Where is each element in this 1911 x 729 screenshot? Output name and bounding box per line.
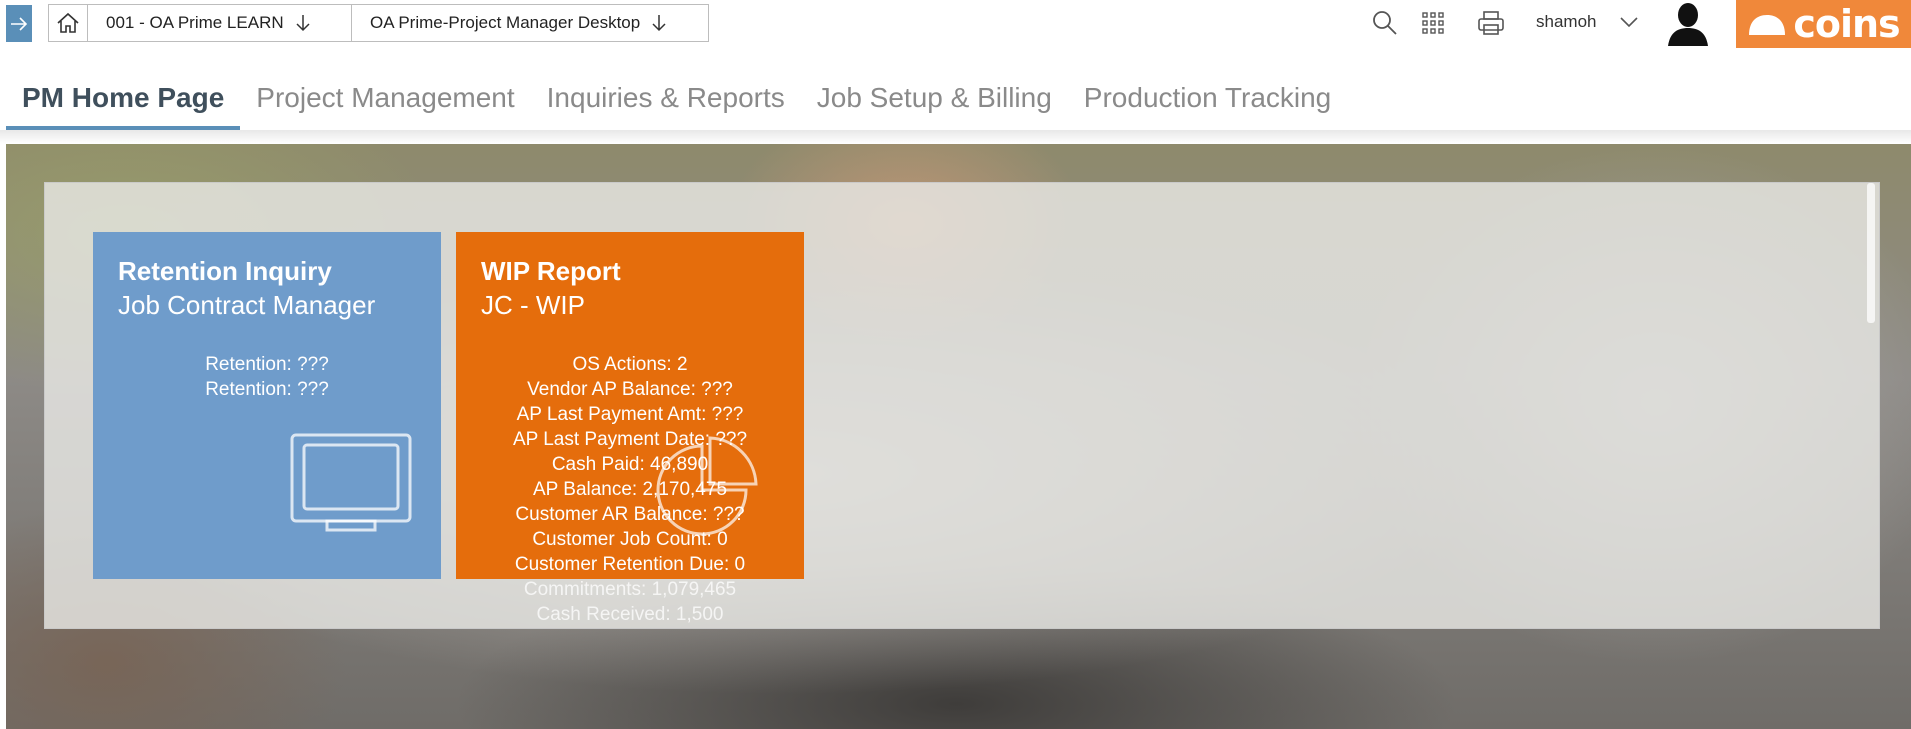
tile-metric: Customer Retention Due: 0 (514, 554, 746, 575)
search-button[interactable] (1370, 8, 1400, 38)
tile-subtitle: JC - WIP (481, 290, 585, 320)
user-silhouette-icon (1668, 3, 1708, 46)
brand-logo: coins (1736, 0, 1911, 48)
tile-metrics: Retention: ??? Retention: ??? (93, 352, 441, 402)
print-button[interactable] (1476, 8, 1506, 38)
printer-icon (1478, 11, 1504, 35)
tile-metric: AP Balance: 2,170,475 (532, 479, 728, 500)
side-menu-toggle[interactable] (6, 5, 32, 42)
main-nav: PM Home Page Project Management Inquirie… (6, 60, 1347, 130)
tile-metric: Cash Received: 1,500 (536, 604, 724, 625)
username: shamoh (1536, 12, 1597, 31)
retention-inquiry-tile[interactable]: Retention Inquiry Job Contract Manager R… (93, 232, 441, 579)
breadcrumb-company-label: 001 - OA Prime LEARN (106, 13, 284, 32)
tile-metric: Customer AR Balance: ??? (515, 504, 745, 525)
breadcrumb: 001 - OA Prime LEARN OA Prime-Project Ma… (48, 4, 709, 42)
hardhat-icon (1749, 15, 1786, 35)
breadcrumb-desktop-label: OA Prime-Project Manager Desktop (370, 13, 641, 32)
tab-job-setup-billing[interactable]: Job Setup & Billing (801, 60, 1068, 130)
arrow-down-icon (652, 14, 666, 32)
tile-metric: Commitments: 1,079,465 (523, 579, 737, 600)
tab-production-tracking[interactable]: Production Tracking (1068, 60, 1347, 130)
user-menu[interactable]: shamoh (1536, 10, 1639, 34)
monitor-icon (290, 433, 412, 532)
tile-metric: OS Actions: 2 (572, 354, 688, 375)
tile-metric: Vendor AP Balance: ??? (527, 379, 733, 400)
tile-title: Retention Inquiry (118, 256, 332, 286)
brand-name: coins (1793, 2, 1900, 46)
tile-metric: Customer Job Count: 0 (532, 529, 728, 550)
search-icon (1373, 11, 1397, 35)
app-window: 001 - OA Prime LEARN OA Prime-Project Ma… (0, 0, 1911, 729)
breadcrumb-company[interactable]: 001 - OA Prime LEARN (88, 4, 352, 42)
tab-project-management[interactable]: Project Management (240, 60, 530, 130)
avatar[interactable] (1664, 0, 1712, 46)
panel-scrollbar[interactable] (1867, 183, 1875, 323)
tile-subtitle: Job Contract Manager (118, 290, 376, 320)
nav-divider (0, 130, 1911, 144)
tile-metric: AP Last Payment Amt: ??? (516, 404, 744, 425)
grid-icon (1422, 12, 1444, 34)
home-button[interactable] (48, 4, 88, 42)
tab-pm-home-page[interactable]: PM Home Page (6, 60, 241, 130)
arrow-right-icon (11, 16, 28, 31)
tile-metric: Retention: ??? (205, 379, 329, 400)
wip-report-tile[interactable]: WIP Report JC - WIP OS Actions: 2 Vendor… (456, 232, 804, 625)
chevron-down-icon (1620, 16, 1639, 28)
arrow-down-icon (296, 14, 310, 32)
dashboard-panel: Retention Inquiry Job Contract Manager R… (44, 182, 1880, 629)
home-icon (57, 12, 79, 33)
top-bar: 001 - OA Prime LEARN OA Prime-Project Ma… (0, 0, 1911, 52)
tile-metrics: OS Actions: 2 Vendor AP Balance: ??? AP … (456, 352, 804, 627)
breadcrumb-desktop[interactable]: OA Prime-Project Manager Desktop (352, 4, 709, 42)
tile-metric: AP Last Payment Date: ??? (512, 429, 748, 450)
tile-title: WIP Report (481, 256, 621, 286)
tile-metric: Retention: ??? (205, 354, 329, 375)
apps-button[interactable] (1418, 8, 1448, 38)
tile-metric: Cash Paid: 46,890 (551, 454, 709, 475)
tab-inquiries-reports[interactable]: Inquiries & Reports (531, 60, 801, 130)
